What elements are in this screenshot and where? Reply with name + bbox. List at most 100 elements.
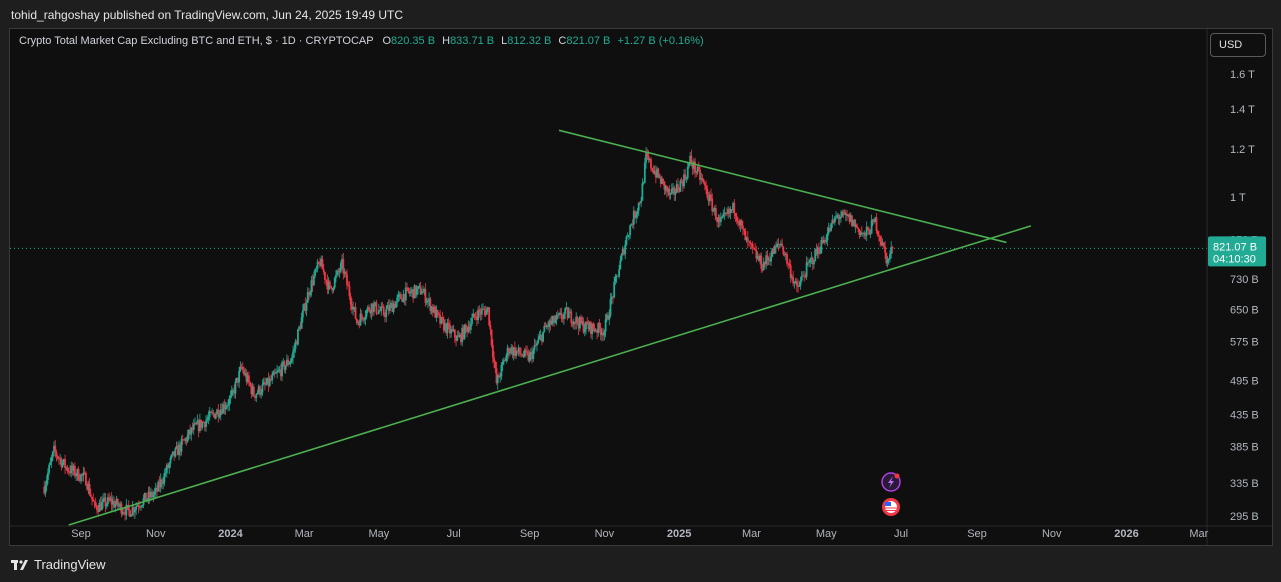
candle [96, 504, 98, 514]
symbol-title: Crypto Total Market Cap Excluding BTC an… [19, 35, 374, 47]
candle [749, 240, 752, 249]
symbol-legend: Crypto Total Market Cap Excluding BTC an… [19, 35, 704, 47]
candle [192, 419, 195, 435]
candle [85, 471, 87, 486]
candle [473, 313, 476, 320]
time-tick-label: Nov [1042, 528, 1062, 540]
candle [855, 223, 858, 229]
time-tick-label: Mar [1189, 528, 1208, 540]
lightning-event-icon[interactable] [881, 472, 901, 492]
candle [719, 212, 722, 226]
candle [637, 202, 640, 217]
candle [263, 377, 266, 391]
candle [781, 238, 784, 247]
chart-pane[interactable]: 1.6 T1.4 T1.2 T1 T850 B730 B650 B575 B49… [9, 28, 1273, 546]
publish-header: tohid_rahgoshay published on TradingView… [0, 0, 1281, 28]
candle [560, 307, 563, 322]
candle [259, 384, 261, 398]
candle [400, 291, 402, 300]
time-tick-label: Nov [146, 528, 166, 540]
last-price-value: 821.07 B [1213, 241, 1257, 253]
candle [449, 320, 451, 339]
tradingview-logo[interactable]: TradingView [11, 557, 106, 572]
us-flag-event-icon[interactable] [882, 498, 900, 516]
time-tick-label: May [368, 528, 389, 540]
candle [287, 355, 290, 368]
price-tick-label: 295 B [1230, 511, 1259, 523]
candle [355, 318, 358, 325]
candle [274, 368, 277, 374]
candle [100, 496, 103, 511]
candle [841, 209, 844, 218]
candle [342, 252, 345, 280]
candle [885, 252, 888, 266]
time-tick-label: Sep [967, 528, 987, 540]
candle [773, 244, 776, 254]
candle [803, 270, 806, 282]
time-tick-label: Sep [520, 528, 540, 540]
trendline-upper[interactable] [558, 129, 1007, 244]
price-tick-label: 385 B [1230, 441, 1259, 453]
candle [532, 347, 535, 362]
candle [627, 234, 630, 241]
candle [668, 185, 671, 200]
candle [629, 224, 632, 240]
candle [669, 192, 672, 200]
candle [830, 222, 833, 232]
candle [141, 504, 144, 509]
time-tick-label: 2024 [218, 528, 243, 540]
price-tick-label: 730 B [1230, 274, 1259, 286]
candle [321, 255, 324, 270]
candle [116, 497, 119, 511]
candle [805, 256, 808, 280]
candle [729, 206, 732, 220]
candle [104, 493, 107, 513]
candle [77, 466, 80, 482]
price-chart[interactable]: 1.6 T1.4 T1.2 T1 T850 B730 B650 B575 B49… [10, 29, 1272, 545]
candle [746, 231, 749, 248]
candle [490, 329, 493, 348]
candle [789, 259, 792, 283]
candle [572, 318, 575, 330]
candle [324, 271, 326, 284]
candle [765, 250, 768, 270]
currency-button[interactable]: USD [1210, 33, 1266, 57]
footer: TradingView [0, 548, 1281, 582]
candle [875, 213, 878, 234]
candle [395, 300, 397, 308]
candle [168, 461, 171, 474]
time-tick-label: Nov [595, 528, 615, 540]
candle [380, 302, 383, 316]
open-label: O [382, 35, 391, 47]
candle [255, 393, 258, 403]
price-tick-label: 1.4 T [1230, 104, 1255, 116]
time-tick-label: May [816, 528, 837, 540]
candle [66, 465, 69, 474]
candle [477, 306, 480, 324]
candle [125, 498, 128, 520]
candle [586, 316, 589, 325]
candle [224, 401, 227, 415]
price-tick-label: 435 B [1230, 409, 1259, 421]
candle [822, 235, 825, 244]
time-tick-label: 2026 [1114, 528, 1138, 540]
candle [795, 277, 798, 292]
candle [453, 328, 456, 344]
bar-countdown: 04:10:30 [1213, 253, 1256, 265]
close-value: 821.07 B [566, 35, 611, 47]
price-tick-label: 1 T [1230, 192, 1246, 204]
candle [281, 360, 283, 382]
candle [377, 303, 380, 315]
candle [641, 178, 644, 201]
candle [514, 341, 516, 359]
candle [724, 211, 727, 217]
candle [284, 365, 287, 374]
candle [755, 245, 758, 263]
candle [446, 318, 449, 339]
candle [837, 213, 840, 225]
candle [754, 243, 757, 251]
candle [865, 221, 868, 242]
candle [429, 296, 432, 315]
high-label: H [442, 35, 451, 47]
candle [88, 478, 91, 497]
